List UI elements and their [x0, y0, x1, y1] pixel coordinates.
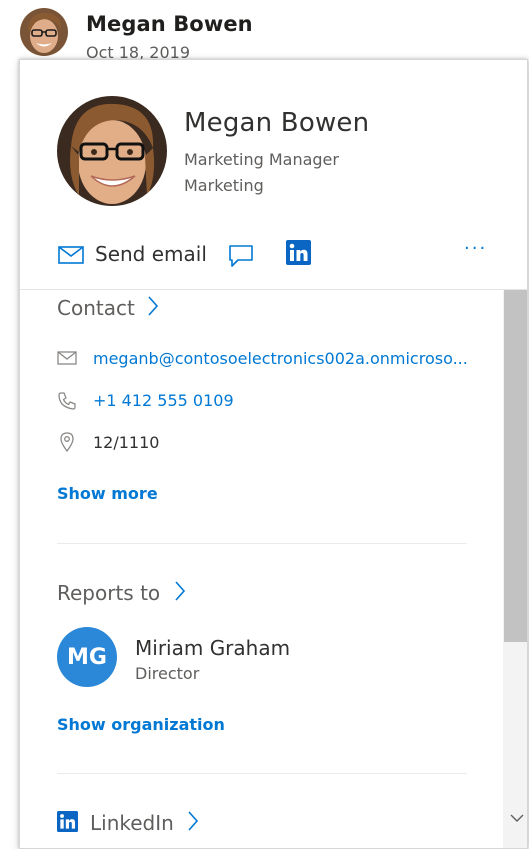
manager-name[interactable]: Miriam Graham	[135, 636, 290, 660]
contact-section-title[interactable]: Contact	[57, 296, 135, 320]
profile-avatar	[57, 96, 167, 206]
linkedin-chevron-right-icon[interactable]	[186, 808, 200, 838]
linkedin-icon[interactable]	[286, 240, 311, 265]
manager-role: Director	[135, 664, 200, 683]
contact-chevron-right-icon[interactable]	[146, 293, 160, 323]
reports-to-chevron-right-icon[interactable]	[173, 578, 187, 608]
profile-job-title: Marketing Manager	[184, 150, 339, 169]
contact-email-link[interactable]: meganb@contosoelectronics002a.onmicroso.…	[93, 349, 468, 368]
send-email-button[interactable]: Send email	[95, 242, 207, 266]
show-organization-link[interactable]: Show organization	[57, 715, 225, 734]
section-divider	[57, 543, 467, 544]
reports-to-section-title[interactable]: Reports to	[57, 581, 160, 605]
show-more-link[interactable]: Show more	[57, 484, 158, 503]
linkedin-icon	[57, 811, 78, 836]
contact-location: 12/1110	[93, 433, 160, 452]
contact-phone-link[interactable]: +1 412 555 0109	[93, 391, 234, 410]
profile-scroll-area[interactable]: Contact meganb@contosoelectronics002a.on…	[20, 290, 527, 848]
mail-icon[interactable]	[58, 245, 84, 265]
header-name: Megan Bowen	[86, 12, 253, 36]
header-avatar[interactable]	[20, 8, 68, 56]
manager-avatar[interactable]: MG	[57, 627, 117, 687]
profile-name: Megan Bowen	[184, 108, 370, 138]
section-divider	[57, 773, 467, 774]
linkedin-section-title[interactable]: LinkedIn	[90, 811, 174, 835]
location-icon	[60, 432, 80, 453]
scrollbar-thumb[interactable]	[504, 290, 527, 642]
more-options-button[interactable]: ···	[464, 238, 487, 259]
scroll-down-chevron-icon[interactable]	[509, 810, 525, 826]
phone-icon	[57, 391, 77, 411]
profile-department: Marketing	[184, 176, 264, 195]
chat-icon[interactable]	[228, 244, 254, 268]
mail-icon	[57, 350, 77, 370]
profile-card: Megan Bowen Marketing Manager Marketing …	[19, 59, 528, 849]
